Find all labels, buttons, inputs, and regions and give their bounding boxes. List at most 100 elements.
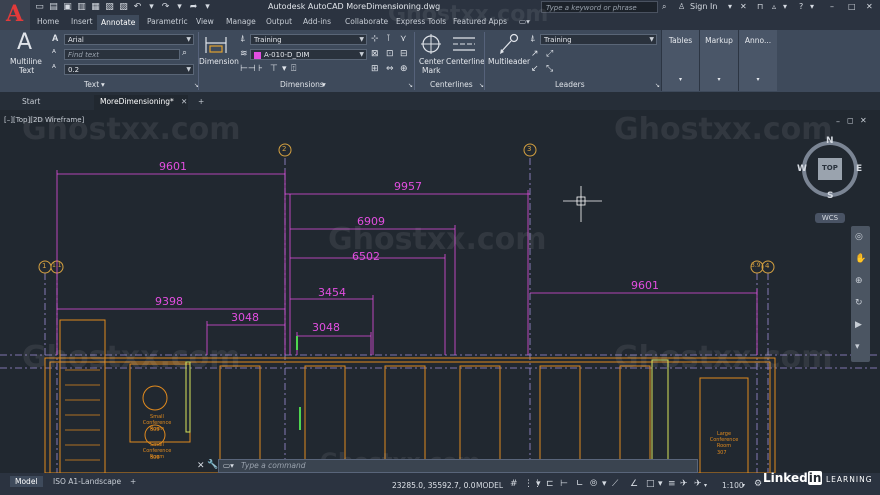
save-icon[interactable]: ▣ [62, 2, 73, 13]
dim-update-icon[interactable]: ⊠ [371, 49, 379, 59]
chevron-down-icon[interactable]: ▾ [101, 80, 105, 89]
plot-icon[interactable]: ▦ [90, 2, 101, 13]
add-leader-icon[interactable]: ↗ [531, 49, 539, 59]
viewcube-north[interactable]: N [826, 136, 834, 146]
object-snap-tracking-icon[interactable]: ∠ [630, 479, 638, 489]
mleader-style-select[interactable]: Training ▼ [540, 34, 657, 45]
help-icon[interactable]: ? [799, 2, 803, 11]
share-icon[interactable]: ▨ [118, 2, 129, 13]
infer-constraints-icon[interactable]: ⊏ [546, 479, 554, 489]
close-icon[interactable]: ✕ [866, 2, 873, 11]
baseline-dimension-icon[interactable]: ⊦ [258, 64, 263, 74]
workspace-settings-icon[interactable]: ⚙ [754, 479, 762, 489]
wcs-menu[interactable]: WCS [815, 213, 845, 223]
dimension-text[interactable]: 9398 [155, 295, 183, 308]
layout-tab-model[interactable]: Model [10, 476, 43, 487]
dim-justify-icon[interactable]: ⇔ [386, 64, 394, 74]
export-icon[interactable]: ▧ [104, 2, 115, 13]
autocad-logo-button[interactable]: A [0, 0, 30, 30]
zoom-extents-icon[interactable]: ⊕ [855, 276, 863, 286]
tab-output[interactable]: Output [266, 17, 292, 26]
search-icon[interactable]: ⌕ [182, 48, 187, 58]
navbar-customize-icon[interactable]: ▾ [855, 342, 860, 352]
leaders-dialog-launcher-icon[interactable]: ↘ [655, 82, 660, 89]
tab-insert[interactable]: Insert [71, 17, 93, 26]
redo-icon[interactable]: ↷ [160, 2, 171, 13]
dimension-text[interactable]: 9957 [394, 180, 422, 193]
leaders-panel-label[interactable]: Leaders [555, 80, 585, 89]
snap-dropdown-icon[interactable]: ▾ [536, 479, 541, 489]
add-layout-icon[interactable]: + [125, 476, 141, 487]
viewport-maximize-icon[interactable]: ◻ [847, 116, 854, 125]
ortho-icon[interactable]: ∟ [576, 479, 584, 489]
dim-dialog-launcher-icon[interactable]: ↘ [408, 82, 413, 89]
new-icon[interactable]: ▭ [34, 2, 45, 13]
dimension-text[interactable]: 3048 [312, 321, 340, 334]
new-tab-plus-icon[interactable]: + [192, 95, 210, 110]
a360-dropdown-icon[interactable]: ▾ [783, 2, 787, 11]
dimension-text[interactable]: 6909 [357, 215, 385, 228]
save-as-icon[interactable]: ▥ [76, 2, 87, 13]
collect-leader-icon[interactable]: ⤡ [546, 64, 553, 74]
dim-space-icon[interactable]: ⊤ [270, 64, 278, 74]
dimension-text[interactable]: 9601 [631, 279, 659, 292]
cursor-coordinates[interactable]: 23285.0, 35592.7, 0.0 [392, 481, 476, 490]
share-arrow-icon[interactable]: ➦ [188, 2, 199, 13]
scale-dropdown-icon[interactable]: ▾ [742, 482, 745, 489]
dim-break-icon[interactable]: ▾ [282, 64, 287, 74]
tab-collaborate[interactable]: Collaborate [345, 17, 388, 26]
viewcube-top-face[interactable]: TOP [822, 164, 838, 172]
viewport-minimize-icon[interactable]: – [836, 117, 840, 126]
object-snap-dropdown-icon[interactable]: ▾ [658, 479, 663, 489]
tab-home[interactable]: Home [37, 17, 59, 26]
polar-dropdown-icon[interactable]: ▾ [602, 479, 607, 489]
maximize-icon[interactable]: □ [848, 2, 856, 11]
dim-reassociate-icon[interactable]: ⍐ [291, 64, 296, 74]
command-recent-icon[interactable]: ▭▾ [223, 461, 234, 470]
undo-dropdown-icon[interactable]: ▾ [146, 2, 157, 13]
dim-inspect-icon[interactable]: ⋎ [400, 34, 407, 44]
align-leader-icon[interactable]: ⤢ [546, 49, 553, 59]
showmotion-icon[interactable]: ▶ [855, 320, 862, 330]
annotation-scale-dropdown-icon[interactable]: ▾ [704, 482, 707, 489]
dimension-text[interactable]: 3454 [318, 286, 346, 299]
search-input[interactable]: Type a keyword or phrase [541, 1, 658, 13]
grid-icon[interactable]: # [510, 479, 518, 489]
cart-icon[interactable]: ⊓ [757, 2, 763, 11]
dynamic-input-icon[interactable]: ⊢ [560, 479, 568, 489]
tab-manage[interactable]: Manage [226, 17, 256, 26]
dimensions-panel-label[interactable]: Dimensions [280, 80, 324, 89]
lineweight-icon[interactable]: ≡ [668, 479, 676, 489]
tables-panel[interactable]: Tables ▾ [661, 30, 699, 91]
annotation-visibility-icon[interactable]: ✈ [680, 479, 688, 489]
dim-style-select[interactable]: Training ▼ [250, 34, 367, 45]
sign-in-link[interactable]: Sign In [690, 2, 717, 11]
dim-override-icon[interactable]: ⊡ [386, 49, 394, 59]
sign-in-dropdown-icon[interactable]: ▾ [728, 2, 732, 11]
dim-oblique-icon[interactable]: ⊟ [400, 49, 408, 59]
qat-more-icon[interactable]: ▾ [202, 2, 213, 13]
redo-dropdown-icon[interactable]: ▾ [174, 2, 185, 13]
layout-tab-iso-a1[interactable]: ISO A1-Landscape [48, 476, 126, 487]
text-height-select[interactable]: 0.2 ▼ [64, 64, 194, 75]
dim-tolerance-icon[interactable]: ⊕ [400, 64, 408, 74]
tab-parametric[interactable]: Parametric [147, 17, 188, 26]
dimension-text[interactable]: 3048 [231, 311, 259, 324]
dimension-text[interactable]: 6502 [352, 250, 380, 263]
text-panel-label[interactable]: Text [84, 80, 99, 89]
polar-icon[interactable]: ⦾ [590, 479, 597, 489]
viewcube-south[interactable]: S [827, 191, 833, 201]
orbit-icon[interactable]: ↻ [855, 298, 863, 308]
find-text-input[interactable]: Find text [64, 49, 180, 60]
undo-icon[interactable]: ↶ [132, 2, 143, 13]
viewport-close-icon[interactable]: ✕ [860, 116, 867, 125]
centerlines-panel-label[interactable]: Centerlines [430, 80, 473, 89]
drawing-viewport[interactable] [0, 110, 880, 473]
model-space-button[interactable]: MODEL [476, 481, 503, 490]
tab-view[interactable]: View [196, 17, 214, 26]
dim-adjust-icon[interactable]: ⊺ [386, 34, 391, 44]
auto-scale-icon[interactable]: ✈ [694, 479, 702, 489]
object-snap-icon[interactable]: □ [646, 479, 655, 489]
chevron-down-icon[interactable]: ▾ [322, 80, 326, 89]
pan-icon[interactable]: ✋ [855, 254, 866, 264]
